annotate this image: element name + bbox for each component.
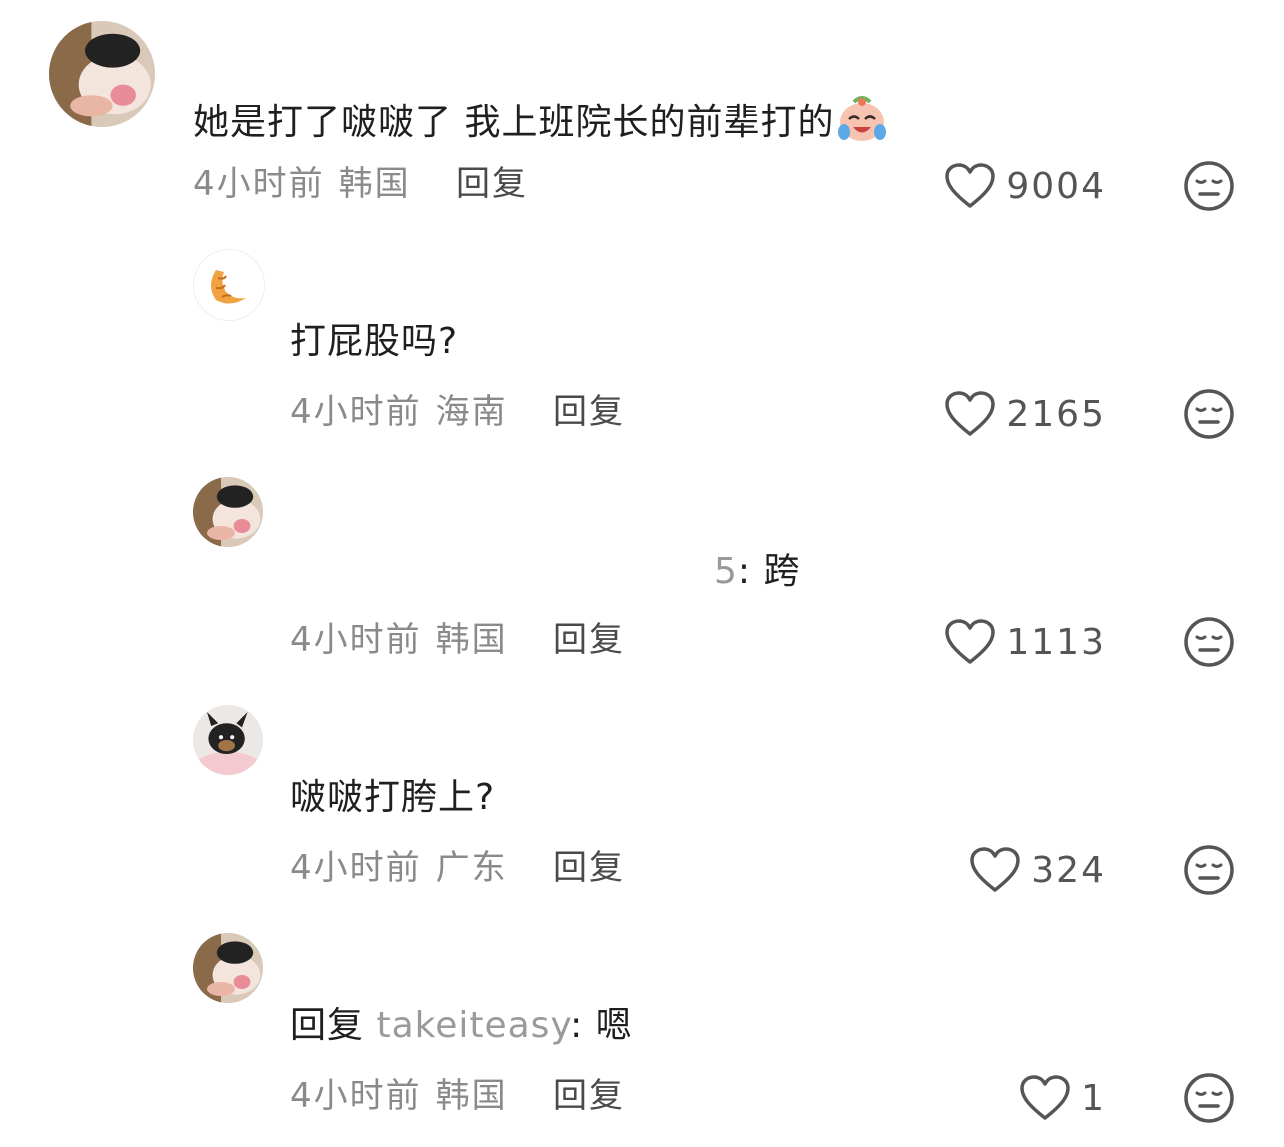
dislike-button[interactable]: [1183, 388, 1235, 440]
like-count: 1113: [1006, 621, 1106, 663]
timestamp: 4小时前: [193, 164, 325, 204]
like-button[interactable]: 324: [886, 844, 1106, 896]
pig-photo-avatar[interactable]: [49, 21, 155, 127]
reply-prefix: 回复: [290, 1005, 365, 1046]
pig-photo-avatar[interactable]: [193, 933, 263, 1003]
location: 韩国: [338, 164, 411, 204]
comment-text: 5: 跨: [714, 551, 801, 592]
like-button[interactable]: 1113: [886, 616, 1106, 668]
comment-text: 啵啵打胯上?: [290, 777, 496, 818]
comment-meta: 4小时前 韩国: [290, 620, 508, 660]
neutral-face-icon: [1184, 1073, 1234, 1123]
like-button[interactable]: 9004: [886, 160, 1106, 212]
timestamp: 4小时前: [290, 392, 422, 432]
comment-text: 回复 takeiteasy: 嗯: [290, 1005, 633, 1046]
croissant-avatar[interactable]: [193, 249, 265, 321]
timestamp: 4小时前: [290, 620, 422, 660]
cropped-text-fragment: 5: [714, 551, 738, 592]
comment-meta: 4小时前 广东: [290, 848, 508, 888]
dog-photo-avatar[interactable]: [193, 705, 263, 775]
heart-outline-icon: [945, 619, 996, 664]
like-count: 324: [1031, 849, 1106, 891]
dislike-button[interactable]: [1183, 1072, 1235, 1124]
dislike-button[interactable]: [1183, 616, 1235, 668]
neutral-face-icon: [1184, 617, 1234, 667]
mention-link[interactable]: takeiteasy: [376, 1005, 570, 1046]
reply-button[interactable]: 回复: [553, 1076, 625, 1116]
comment-meta: 4小时前 韩国: [290, 1076, 508, 1116]
heart-outline-icon: [1020, 1075, 1070, 1120]
heart-outline-icon: [945, 391, 996, 436]
like-button[interactable]: 2165: [886, 388, 1106, 440]
like-count: 2165: [1006, 393, 1106, 435]
pig-photo-avatar[interactable]: [193, 477, 263, 547]
comment-text: 她是打了啵啵了 我上班院长的前辈打的: [193, 92, 890, 145]
timestamp: 4小时前: [290, 848, 422, 888]
neutral-face-icon: [1184, 389, 1234, 439]
comment-meta: 4小时前 海南: [290, 392, 508, 432]
dislike-button[interactable]: [1183, 160, 1235, 212]
comment-meta: 4小时前 韩国: [193, 164, 411, 204]
timestamp: 4小时前: [290, 1076, 422, 1116]
crying-laughing-emoji-icon: [834, 92, 890, 144]
neutral-face-icon: [1184, 161, 1234, 211]
like-button[interactable]: 1: [886, 1072, 1106, 1124]
dislike-button[interactable]: [1183, 844, 1235, 896]
like-count: 9004: [1006, 165, 1106, 207]
reply-button[interactable]: 回复: [553, 392, 625, 432]
comment-text: 打屁股吗?: [290, 321, 459, 362]
location: 韩国: [435, 620, 508, 660]
heart-outline-icon: [970, 847, 1021, 892]
reply-button[interactable]: 回复: [553, 620, 625, 660]
heart-outline-icon: [945, 163, 996, 208]
location: 海南: [435, 392, 508, 432]
like-count: 1: [1081, 1077, 1106, 1119]
reply-button[interactable]: 回复: [456, 164, 528, 204]
location: 广东: [435, 848, 508, 888]
location: 韩国: [435, 1076, 508, 1116]
neutral-face-icon: [1184, 845, 1234, 895]
reply-button[interactable]: 回复: [553, 848, 625, 888]
